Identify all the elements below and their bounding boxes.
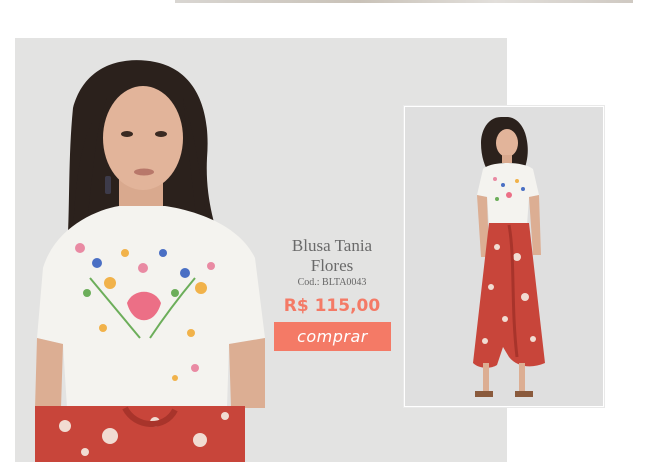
product-code: Cod.: BLTA0043 [297, 277, 367, 288]
product-title-line-2[interactable]: Flores [273, 256, 391, 276]
product-side-photo[interactable] [404, 106, 604, 407]
buy-button[interactable]: comprar [274, 322, 391, 351]
top-banner-strip [175, 0, 633, 3]
product-info: Blusa Tania Flores Cod.: BLTA0043 R$ 115… [273, 236, 391, 316]
model-full-body-photo [405, 107, 603, 406]
product-price: R$ 115,00 [283, 296, 381, 316]
product-title-line-1[interactable]: Blusa Tania [273, 236, 391, 256]
product-title[interactable]: Blusa Tania Flores [273, 236, 391, 276]
